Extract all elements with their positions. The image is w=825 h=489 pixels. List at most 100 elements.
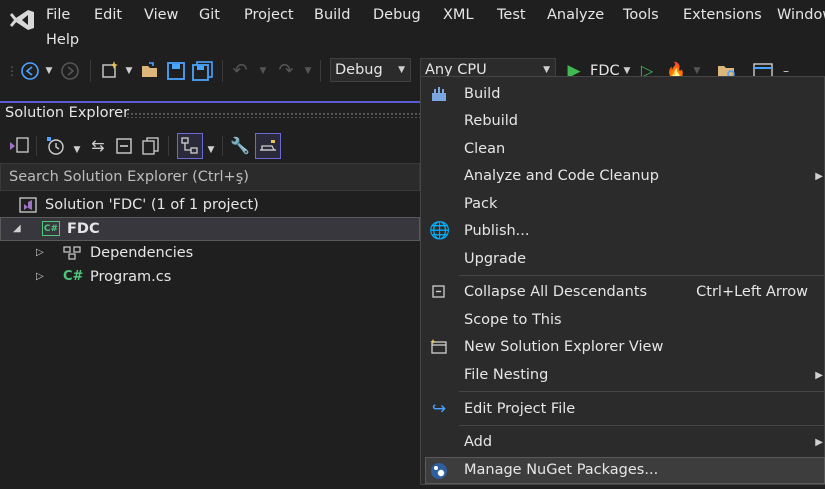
- menu-item-add[interactable]: Add ▶: [421, 429, 825, 456]
- menu-item-pack[interactable]: Pack: [421, 191, 825, 218]
- chevron-down-icon[interactable]: ▼: [44, 60, 54, 82]
- solution-label: Solution 'FDC' (1 of 1 project): [45, 197, 259, 213]
- menu-item-analyze-label: Analyze and Code Cleanup: [464, 168, 659, 184]
- menu-file[interactable]: File: [46, 4, 70, 26]
- menu-item-analyze[interactable]: Analyze and Code Cleanup ▶: [421, 163, 825, 190]
- menu-item-build[interactable]: Build: [421, 81, 825, 108]
- menu-separator: [459, 425, 825, 426]
- save-icon[interactable]: [166, 61, 186, 81]
- menu-item-rebuild[interactable]: Rebuild: [421, 108, 825, 135]
- menu-item-collapse-all[interactable]: Collapse All Descendants Ctrl+Left Arrow: [421, 279, 825, 306]
- switch-views-icon[interactable]: [8, 136, 30, 156]
- project-node-selected[interactable]: ◢ C# FDC: [0, 217, 420, 241]
- collapse-all-icon[interactable]: [114, 136, 134, 156]
- visual-studio-logo-icon: [10, 10, 34, 30]
- csharp-file-icon: C#: [63, 269, 84, 284]
- chevron-down-icon: ▼: [398, 65, 405, 75]
- menu-item-file-nesting[interactable]: File Nesting ▶: [421, 362, 825, 389]
- project-label: FDC: [67, 221, 100, 237]
- chevron-down-icon[interactable]: ▼: [72, 139, 82, 161]
- menu-project[interactable]: Project: [244, 4, 294, 26]
- menu-item-collapse-label: Collapse All Descendants: [464, 284, 648, 300]
- menu-item-scope-label: Scope to This: [464, 312, 562, 328]
- submenu-arrow-icon: ▶: [815, 171, 823, 182]
- menu-item-new-explorer-view[interactable]: New Solution Explorer View: [421, 334, 825, 361]
- csharp-project-icon: C#: [42, 221, 60, 236]
- panel-drag-grip[interactable]: [126, 112, 420, 118]
- project-context-menu: Build Rebuild Clean Analyze and Code Cle…: [420, 76, 825, 485]
- collapsed-arrow-icon[interactable]: ▷: [36, 241, 44, 265]
- menu-bar: File Edit View Git Project Build Debug X…: [0, 0, 825, 56]
- dependencies-icon: [63, 246, 81, 260]
- preview-selected-items-toggle[interactable]: [255, 133, 281, 159]
- menu-item-publish[interactable]: 🌐 Publish...: [421, 218, 825, 245]
- nested-view-toggle[interactable]: [177, 133, 203, 159]
- menu-item-publish-label: Publish...: [464, 223, 530, 239]
- menu-analyze[interactable]: Analyze: [547, 4, 604, 26]
- chevron-down-icon[interactable]: ▼: [206, 139, 216, 161]
- menu-item-upgrade[interactable]: Upgrade: [421, 246, 825, 273]
- menu-item-file-nesting-label: File Nesting: [464, 367, 549, 383]
- menu-item-clean[interactable]: Clean: [421, 136, 825, 163]
- program-cs-node[interactable]: ▷ C# Program.cs: [0, 265, 420, 289]
- menu-test[interactable]: Test: [497, 4, 526, 26]
- solution-explorer-search-input[interactable]: Search Solution Explorer (Ctrl+ş): [0, 163, 420, 191]
- menu-item-build-label: Build: [464, 86, 501, 102]
- menu-item-edit-project-file[interactable]: ↪ Edit Project File: [421, 396, 825, 423]
- nuget-icon: [429, 457, 449, 489]
- menu-item-manage-nuget[interactable]: Manage NuGet Packages...: [425, 457, 825, 484]
- expand-arrow-icon[interactable]: ◢: [13, 217, 21, 241]
- new-project-icon[interactable]: [100, 60, 120, 80]
- navigate-back-icon[interactable]: [20, 61, 40, 81]
- open-folder-icon[interactable]: [140, 61, 160, 81]
- show-all-files-icon[interactable]: [140, 136, 162, 156]
- new-window-icon: [429, 334, 449, 364]
- chevron-down-icon[interactable]: ▼: [124, 60, 134, 82]
- menu-extensions[interactable]: Extensions: [683, 4, 762, 26]
- menu-view[interactable]: View: [144, 4, 178, 26]
- navigate-forward-icon[interactable]: [60, 61, 80, 81]
- menu-edit[interactable]: Edit: [94, 4, 122, 26]
- menu-help[interactable]: Help: [46, 29, 79, 51]
- menu-build[interactable]: Build: [314, 4, 350, 26]
- redo-icon[interactable]: ↷: [276, 60, 296, 82]
- solution-icon: [19, 197, 37, 213]
- menu-item-upgrade-label: Upgrade: [464, 251, 526, 267]
- submenu-arrow-icon: ▶: [815, 437, 823, 448]
- undo-icon[interactable]: ↶: [230, 60, 250, 82]
- sync-with-active-document-icon[interactable]: ⇆: [88, 135, 108, 157]
- menu-item-edit-project-label: Edit Project File: [464, 401, 576, 417]
- menu-window[interactable]: Window: [777, 4, 825, 26]
- save-all-icon[interactable]: [192, 61, 214, 81]
- menu-item-rebuild-label: Rebuild: [464, 113, 518, 129]
- menu-xml[interactable]: XML: [443, 4, 474, 26]
- menu-separator: [459, 275, 825, 276]
- properties-wrench-icon[interactable]: 🔧: [230, 135, 250, 157]
- menu-item-scope-to-this[interactable]: Scope to This: [421, 307, 825, 334]
- solution-explorer-toolbar: ▼ ⇆ ▼ 🔧: [0, 130, 420, 162]
- chevron-down-icon[interactable]: ▼: [258, 60, 268, 82]
- collapse-icon: [429, 279, 449, 308]
- solution-configuration-select[interactable]: Debug ▼: [330, 58, 411, 82]
- menu-git[interactable]: Git: [199, 4, 220, 26]
- menu-item-pack-label: Pack: [464, 196, 498, 212]
- chevron-down-icon[interactable]: ▼: [303, 60, 313, 82]
- menu-tools[interactable]: Tools: [623, 4, 659, 26]
- globe-icon: 🌐: [429, 221, 451, 241]
- solution-explorer-title: Solution Explorer: [5, 105, 130, 121]
- collapsed-arrow-icon[interactable]: ▷: [36, 265, 44, 289]
- program-cs-label: Program.cs: [90, 269, 172, 285]
- menu-item-clean-label: Clean: [464, 141, 506, 157]
- hierarchy-icon: [181, 137, 198, 154]
- dependencies-node[interactable]: ▷ Dependencies: [0, 241, 420, 265]
- toolbar-grip: ⋮: [6, 64, 18, 78]
- configuration-value: Debug: [335, 62, 383, 78]
- pending-changes-filter-icon[interactable]: [46, 136, 66, 156]
- menu-item-add-label: Add: [464, 434, 493, 450]
- menu-item-new-view-label: New Solution Explorer View: [464, 339, 664, 355]
- dependencies-label: Dependencies: [90, 245, 194, 261]
- solution-node[interactable]: Solution 'FDC' (1 of 1 project): [0, 193, 420, 217]
- menu-debug[interactable]: Debug: [373, 4, 421, 26]
- collapse-shortcut: Ctrl+Left Arrow: [696, 284, 808, 300]
- preview-icon: [260, 140, 276, 151]
